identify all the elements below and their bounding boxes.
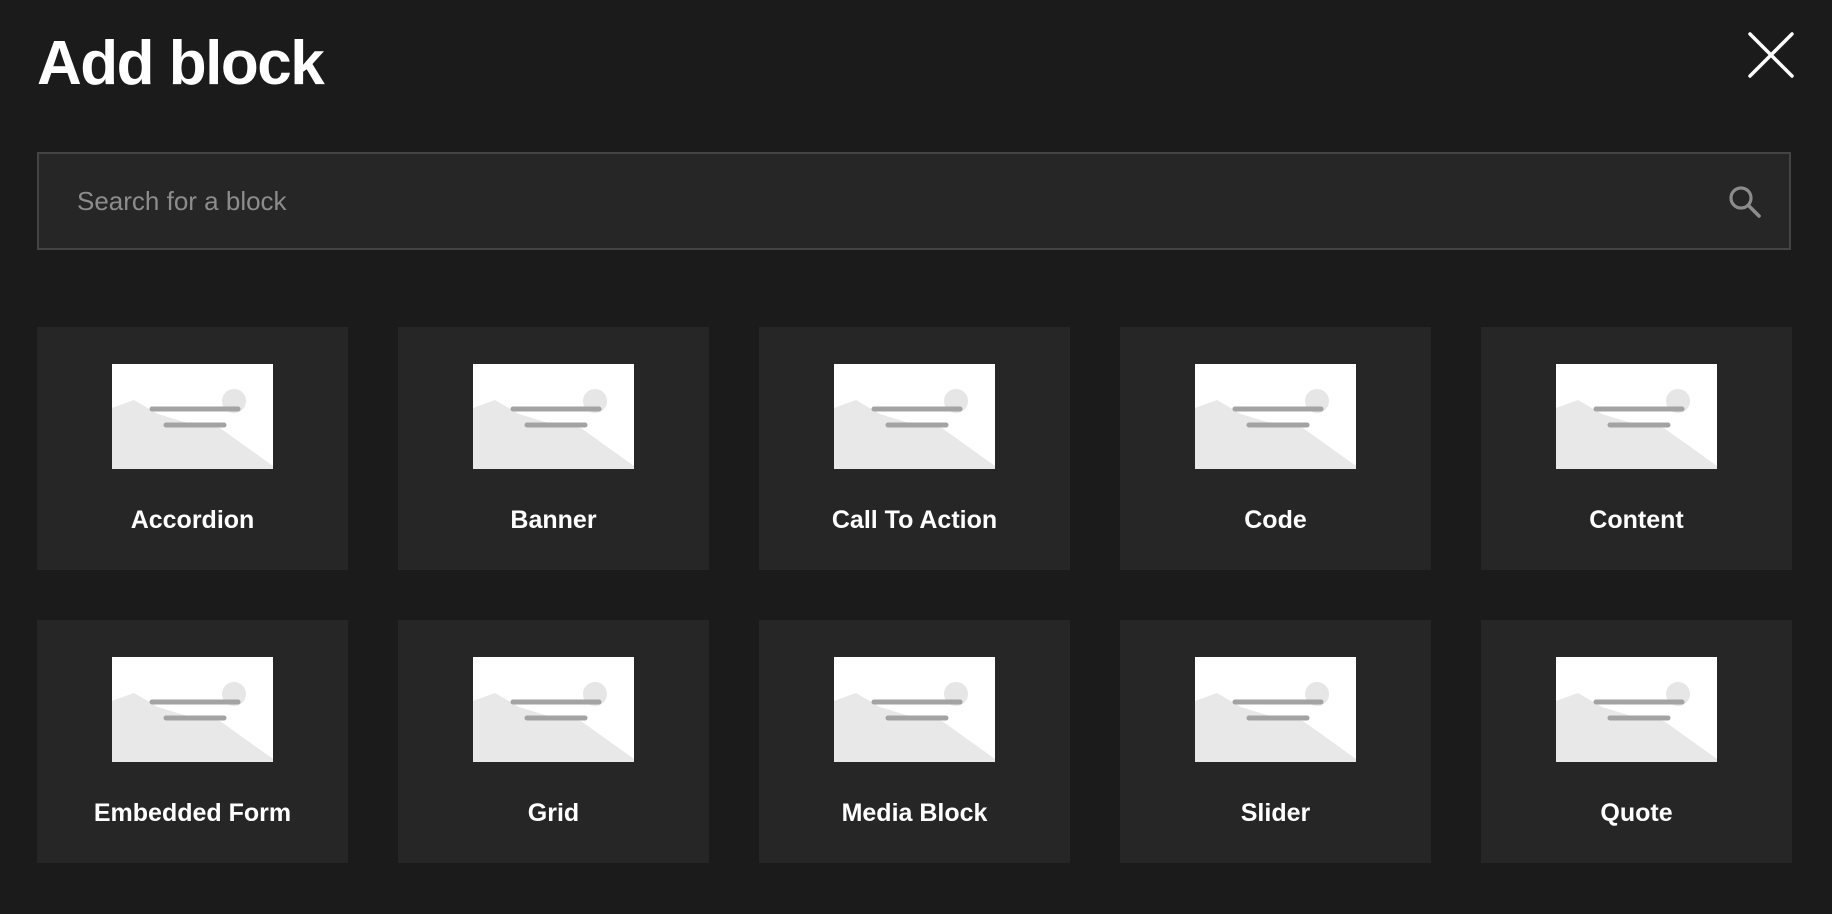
block-label: Banner xyxy=(510,506,597,534)
search-icon[interactable] xyxy=(1727,184,1763,220)
block-grid: Accordion Banner Call To Action Code Con… xyxy=(37,327,1792,863)
block-label: Embedded Form xyxy=(93,799,292,827)
block-card-media-block[interactable]: Media Block xyxy=(759,620,1070,863)
block-label: Content xyxy=(1589,506,1684,534)
block-card-slider[interactable]: Slider xyxy=(1120,620,1431,863)
placeholder-image-icon xyxy=(834,657,995,762)
block-card-code[interactable]: Code xyxy=(1120,327,1431,570)
placeholder-image-icon xyxy=(1556,364,1717,469)
page-title: Add block xyxy=(37,29,325,98)
block-label: Slider xyxy=(1240,799,1311,827)
placeholder-image-icon xyxy=(1195,657,1356,762)
placeholder-image-icon xyxy=(1556,657,1717,762)
block-card-banner[interactable]: Banner xyxy=(398,327,709,570)
placeholder-image-icon xyxy=(112,364,273,469)
block-label: Accordion xyxy=(130,506,255,534)
block-card-call-to-action[interactable]: Call To Action xyxy=(759,327,1070,570)
close-icon xyxy=(1748,32,1794,78)
block-card-grid[interactable]: Grid xyxy=(398,620,709,863)
placeholder-image-icon xyxy=(834,364,995,469)
add-block-dialog: Add block Accordion Banner xyxy=(0,0,1832,914)
block-label: Media Block xyxy=(841,799,988,827)
block-card-accordion[interactable]: Accordion xyxy=(37,327,348,570)
block-card-quote[interactable]: Quote xyxy=(1481,620,1792,863)
block-label: Quote xyxy=(1600,799,1673,827)
placeholder-image-icon xyxy=(473,657,634,762)
placeholder-image-icon xyxy=(112,657,273,762)
search-box xyxy=(37,152,1791,250)
placeholder-image-icon xyxy=(473,364,634,469)
close-button[interactable] xyxy=(1741,28,1801,82)
block-card-content[interactable]: Content xyxy=(1481,327,1792,570)
block-label: Call To Action xyxy=(831,506,998,534)
search-input[interactable] xyxy=(77,154,1677,248)
block-label: Grid xyxy=(527,799,580,827)
block-label: Code xyxy=(1244,506,1307,534)
placeholder-image-icon xyxy=(1195,364,1356,469)
block-card-embedded-form[interactable]: Embedded Form xyxy=(37,620,348,863)
